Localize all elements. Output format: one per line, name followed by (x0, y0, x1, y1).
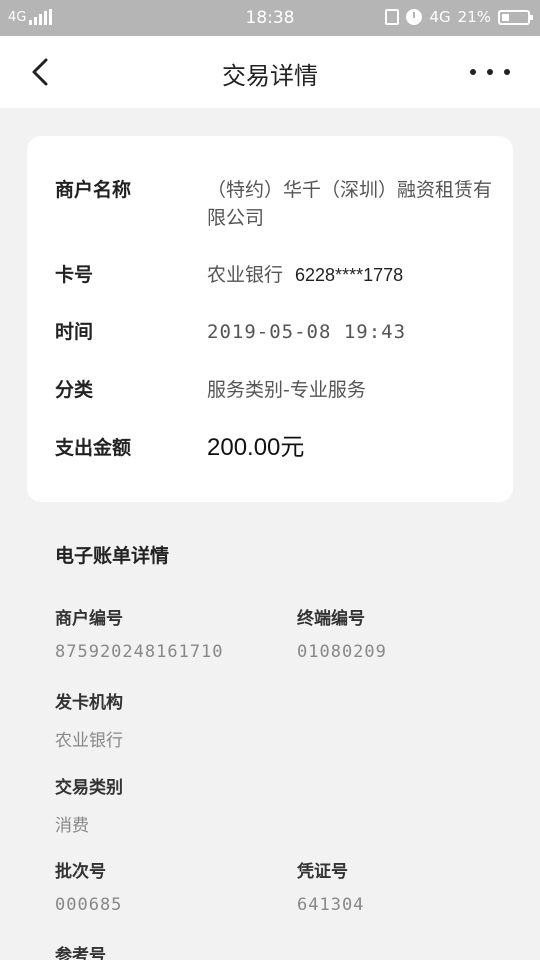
category-label: 分类 (55, 379, 94, 401)
time-row: 时间 2019-05-08 19:43 (55, 318, 501, 346)
trans-type-value: 消费 (55, 816, 89, 836)
card-bank: 农业银行 (207, 264, 284, 286)
reference-no-field: 参考号 (55, 941, 106, 960)
reference-no-label: 参考号 (55, 946, 106, 960)
terminal-no-value: 01080209 (297, 642, 387, 662)
amount-value: 200.00元 (207, 434, 305, 461)
more-dot-icon (487, 69, 493, 75)
time-value: 2019-05-08 19:43 (207, 321, 407, 343)
trans-type-field: 交易类别 消费 (55, 773, 123, 836)
batch-no-label: 批次号 (55, 862, 106, 882)
issuer-field: 发卡机构 农业银行 (55, 688, 123, 751)
battery-percent: 21% (457, 8, 491, 26)
transaction-card: 商户名称 （特约）华千（深圳）融资租赁有限公司 卡号 农业银行 6228****1… (27, 136, 513, 502)
trans-type-label: 交易类别 (55, 778, 123, 798)
vibrate-icon (385, 9, 400, 25)
merchant-no-value: 875920248161710 (55, 642, 224, 662)
voucher-no-value: 641304 (297, 895, 365, 915)
network-type-right: 4G (429, 8, 451, 26)
card-row: 卡号 农业银行 6228****1778 (55, 261, 501, 289)
terminal-no-field: 终端编号 01080209 (297, 604, 387, 662)
bill-section-title: 电子账单详情 (55, 545, 170, 567)
amount-row: 支出金额 200.00元 (55, 434, 501, 462)
issuer-label: 发卡机构 (55, 693, 123, 713)
time-label: 时间 (55, 321, 94, 343)
issuer-value: 农业银行 (55, 731, 123, 751)
terminal-no-label: 终端编号 (297, 609, 365, 629)
page-title: 交易详情 (222, 62, 318, 90)
card-value: 农业银行 6228****1778 (207, 261, 403, 289)
more-dot-icon (470, 69, 476, 75)
card-number: 6228****1778 (295, 265, 404, 285)
voucher-no-field: 凭证号 641304 (297, 857, 364, 915)
batch-no-field: 批次号 000685 (55, 857, 122, 915)
amount-label: 支出金额 (55, 437, 132, 459)
merchant-no-label: 商户编号 (55, 609, 123, 629)
status-bar: 4G 18:38 4G 21% (0, 0, 540, 36)
category-row: 分类 服务类别-专业服务 (55, 376, 501, 404)
more-dot-icon (504, 69, 510, 75)
merchant-value: （特约）华千（深圳）融资租赁有限公司 (207, 179, 493, 229)
more-button[interactable] (470, 58, 510, 86)
battery-icon (498, 9, 533, 25)
merchant-no-field: 商户编号 875920248161710 (55, 604, 224, 662)
merchant-label: 商户名称 (55, 179, 132, 201)
card-label: 卡号 (55, 264, 94, 286)
nav-bar: 交易详情 (0, 36, 540, 108)
merchant-row: 商户名称 （特约）华千（深圳）融资租赁有限公司 (55, 176, 501, 232)
category-value: 服务类别-专业服务 (207, 379, 366, 401)
alarm-icon (406, 9, 423, 25)
batch-no-value: 000685 (55, 895, 123, 915)
status-right: 4G 21% (385, 8, 533, 26)
voucher-no-label: 凭证号 (297, 862, 348, 882)
